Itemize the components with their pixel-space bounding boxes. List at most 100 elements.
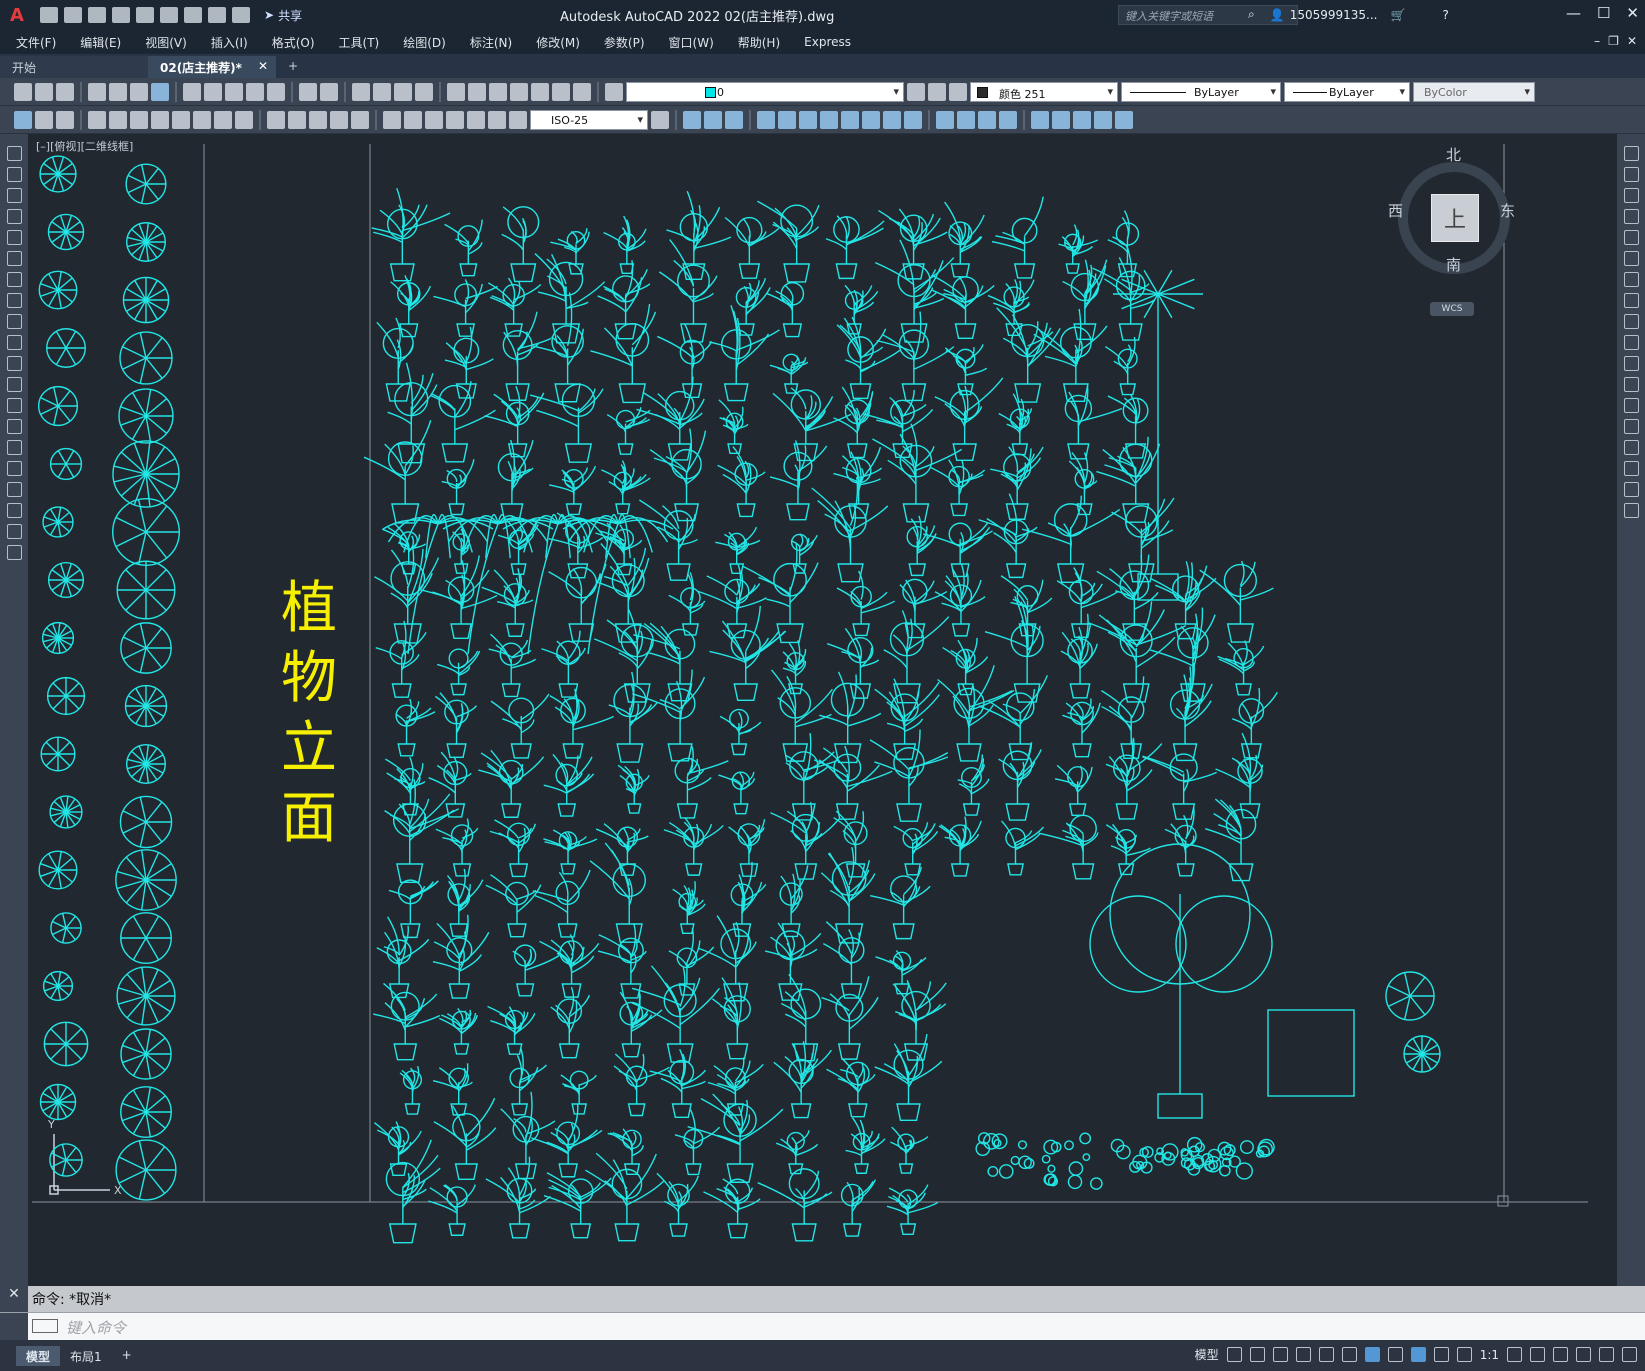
mtext-icon[interactable] — [6, 524, 22, 539]
lineweight-dropdown[interactable]: ByLayer — [1284, 81, 1410, 102]
save-as-icon[interactable] — [112, 7, 130, 23]
menu-view[interactable]: 视图(V) — [145, 34, 187, 51]
circle-icon[interactable] — [6, 272, 22, 287]
jogged-dim-icon[interactable] — [193, 110, 211, 129]
quick-dim-icon[interactable] — [267, 110, 285, 129]
annotation-visibility-icon[interactable] — [1410, 1347, 1426, 1362]
calculator-icon[interactable] — [552, 82, 570, 101]
block-editor-icon[interactable] — [936, 110, 954, 129]
menu-parametric[interactable]: 参数(P) — [604, 34, 645, 51]
print-icon[interactable] — [88, 82, 106, 101]
inspection-icon[interactable] — [425, 110, 443, 129]
array-icon[interactable] — [1623, 230, 1639, 245]
insert-block-icon[interactable] — [6, 377, 22, 392]
revision-cloud-icon[interactable] — [6, 293, 22, 308]
offset-icon[interactable] — [1623, 209, 1639, 224]
tab-model[interactable]: 模型 — [16, 1345, 61, 1366]
rectangle-icon[interactable] — [6, 230, 22, 245]
isodraft-icon[interactable] — [1318, 1347, 1334, 1362]
viewport-lock-icon[interactable] — [1073, 110, 1091, 129]
globe-icon[interactable] — [151, 82, 169, 101]
autocad-logo-icon[interactable]: A — [0, 0, 34, 30]
command-close-icon[interactable]: ✕ — [0, 1286, 28, 1312]
clean-screen-icon[interactable] — [1599, 1347, 1614, 1362]
drawing-canvas[interactable]: Y X [–][俯视][二维线框] 植物立面 上 北 南 东 西 WCS — [28, 134, 1617, 1286]
arc-length-icon[interactable] — [130, 110, 148, 129]
add-selected-icon[interactable] — [6, 545, 22, 560]
markup-icon[interactable] — [531, 82, 549, 101]
trim-icon[interactable] — [1623, 335, 1639, 350]
layer-walk-icon[interactable] — [862, 110, 880, 129]
stretch-icon[interactable] — [1623, 314, 1639, 329]
zoom-previous-icon[interactable] — [415, 82, 433, 101]
save-icon[interactable] — [56, 82, 74, 101]
layer-merge-icon[interactable] — [883, 110, 901, 129]
command-line[interactable]: 键入命令 — [0, 1312, 1645, 1341]
command-prompt-icon[interactable] — [32, 1319, 58, 1333]
menu-modify[interactable]: 修改(M) — [536, 34, 580, 51]
compass-south[interactable]: 南 — [1446, 254, 1461, 275]
paste-icon[interactable] — [225, 82, 243, 101]
copy-object-icon[interactable] — [1623, 167, 1639, 182]
construction-line-icon[interactable] — [6, 167, 22, 182]
undo-icon[interactable] — [208, 7, 226, 23]
extend-icon[interactable] — [1623, 356, 1639, 371]
scale-icon[interactable] — [1623, 293, 1639, 308]
dim-edit-icon[interactable] — [467, 110, 485, 129]
drawing-order-icon[interactable] — [35, 110, 53, 129]
layer-delete-icon[interactable] — [904, 110, 922, 129]
break-at-point-icon[interactable] — [1623, 377, 1639, 392]
menu-help[interactable]: 帮助(H) — [738, 34, 780, 51]
sheet-set-icon[interactable] — [510, 82, 528, 101]
viewport-clip-icon[interactable] — [1052, 110, 1070, 129]
lineweight-icon[interactable] — [1387, 1347, 1403, 1362]
rotate-icon[interactable] — [1623, 272, 1639, 287]
open-icon[interactable] — [35, 82, 53, 101]
table-icon[interactable] — [6, 503, 22, 518]
diameter-dim-icon[interactable] — [214, 110, 232, 129]
cart-icon[interactable]: 🛒 — [1390, 8, 1405, 22]
command-input[interactable]: 键入命令 — [66, 1319, 126, 1337]
menu-insert[interactable]: 插入(I) — [211, 34, 248, 51]
pan-icon[interactable] — [352, 82, 370, 101]
wcs-menu[interactable]: WCS — [1430, 302, 1474, 316]
layer-match-icon[interactable] — [820, 110, 838, 129]
user-account[interactable]: ⌕ 👤 1505999135... 🛒 ? — [1248, 7, 1449, 22]
tolerance-icon[interactable] — [383, 110, 401, 129]
blend-icon[interactable] — [1623, 482, 1639, 497]
layer-dropdown[interactable]: 0 — [626, 81, 904, 102]
polygon-icon[interactable] — [6, 209, 22, 224]
polyline-icon[interactable] — [6, 188, 22, 203]
tab-start[interactable]: 开始 — [0, 56, 148, 78]
compass-north[interactable]: 北 — [1446, 144, 1461, 165]
cut-icon[interactable] — [183, 82, 201, 101]
publish-icon[interactable] — [136, 7, 154, 23]
gradient-icon[interactable] — [6, 461, 22, 476]
chamfer-icon[interactable] — [1623, 440, 1639, 455]
center-mark-icon[interactable] — [404, 110, 422, 129]
layer-previous-icon[interactable] — [928, 82, 946, 101]
layer-isolate-icon[interactable] — [683, 110, 701, 129]
layer-states-icon[interactable] — [949, 82, 967, 101]
annotation-scale[interactable]: 1:1 — [1480, 1348, 1499, 1362]
minimize-icon[interactable]: — — [1566, 4, 1581, 22]
model-space-button[interactable]: 模型 — [1195, 1346, 1219, 1363]
auto-scale-icon[interactable] — [1433, 1347, 1449, 1362]
tab-layout1[interactable]: 布局1 — [60, 1346, 112, 1366]
table-style-icon[interactable] — [56, 110, 74, 129]
doc-restore-icon[interactable]: ❐ — [1608, 34, 1619, 48]
menu-format[interactable]: 格式(O) — [272, 34, 315, 51]
viewport-icon[interactable] — [1031, 110, 1049, 129]
hardware-acceleration-icon[interactable] — [1576, 1347, 1591, 1362]
hatch-icon[interactable] — [6, 440, 22, 455]
dim-style-icon[interactable] — [651, 110, 669, 129]
copy-icon[interactable] — [204, 82, 222, 101]
annotation-monitor-icon[interactable] — [1530, 1347, 1545, 1362]
join-icon[interactable] — [1623, 419, 1639, 434]
maximize-icon[interactable]: ☐ — [1597, 4, 1610, 22]
dim-update-icon[interactable] — [509, 110, 527, 129]
command-settings-icon[interactable] — [0, 1313, 28, 1341]
layer-unlock-icon[interactable] — [799, 110, 817, 129]
point-icon[interactable] — [6, 419, 22, 434]
save-icon[interactable] — [88, 7, 106, 23]
